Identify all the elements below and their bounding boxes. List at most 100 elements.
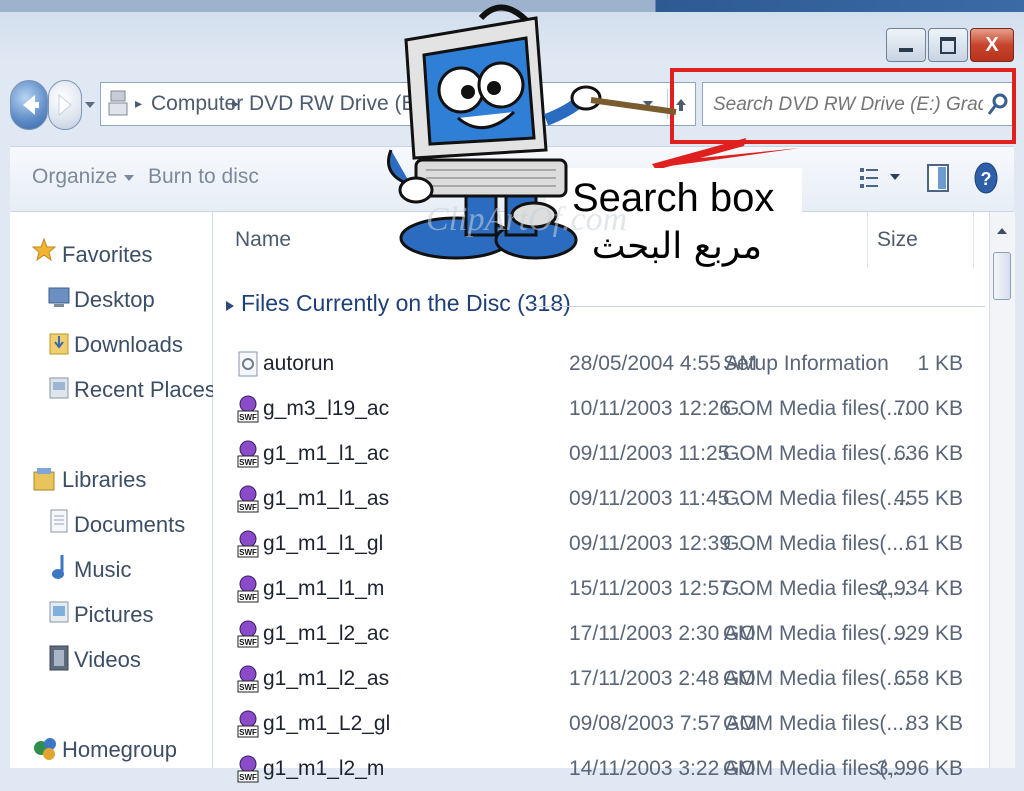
details-view-icon: [860, 168, 900, 188]
group-header[interactable]: Files Currently on the Disc (318): [225, 290, 985, 322]
downloads-folder-icon: [49, 333, 69, 355]
scroll-up-arrow-icon[interactable]: [996, 226, 1008, 236]
swf-file-icon: SWF: [237, 530, 259, 558]
nav-recent-places[interactable]: Recent Places: [74, 377, 216, 403]
file-size: 61 KB: [905, 532, 963, 555]
file-type: GOM Media files(....: [723, 487, 910, 510]
preview-pane-icon: [927, 164, 949, 192]
svg-text:SWF: SWF: [239, 548, 257, 557]
file-list: Name Size Files Currently on the Disc (3…: [213, 212, 989, 783]
close-button[interactable]: X: [970, 28, 1014, 62]
file-type: Setup Information: [723, 352, 889, 375]
file-name: g1_m1_l2_ac: [263, 622, 390, 645]
help-icon: ?: [974, 162, 998, 194]
nav-homegroup[interactable]: Homegroup: [62, 737, 177, 763]
column-divider[interactable]: [973, 212, 974, 268]
chevron-down-icon: [124, 175, 135, 181]
file-name: g1_m1_l1_gl: [263, 532, 384, 555]
file-row[interactable]: SWF g1_m1_l2_m 14/11/2003 3:22 AM GOM Media…: [213, 747, 989, 791]
swf-file-icon: SWF: [237, 665, 259, 693]
column-header-size[interactable]: Size: [877, 228, 918, 252]
file-name: g1_m1_l2_m: [263, 757, 385, 780]
file-row[interactable]: SWF g1_m1_l1_ac 09/11/2003 11:25 ... GOM Me…: [213, 432, 989, 476]
nav-pictures[interactable]: Pictures: [74, 602, 153, 628]
recent-places-icon: [49, 377, 69, 399]
file-size: 2,934 KB: [876, 577, 963, 600]
desktop-icon: [48, 287, 70, 307]
file-name: g1_m1_l1_ac: [263, 442, 390, 465]
maximize-button[interactable]: [928, 28, 968, 62]
svg-text:SWF: SWF: [239, 638, 257, 647]
back-button[interactable]: [10, 80, 48, 130]
file-size: 83 KB: [905, 712, 963, 735]
file-size: 3,996 KB: [876, 757, 963, 780]
recent-pages-dropdown[interactable]: [84, 98, 96, 110]
file-name: g1_m1_l2_as: [263, 667, 390, 690]
file-size: 929 KB: [894, 622, 963, 645]
file-name: g_m3_l19_ac: [263, 397, 390, 420]
breadcrumb-computer[interactable]: Computer: [151, 92, 243, 116]
minimize-button[interactable]: [886, 28, 926, 62]
drive-icon: [108, 90, 128, 116]
nav-libraries[interactable]: Libraries: [62, 467, 146, 493]
file-row[interactable]: SWF g1_m1_l1_m 15/11/2003 12:57 ... GOM Med…: [213, 567, 989, 611]
file-row[interactable]: SWF g_m3_l19_ac 10/11/2003 12:26 ... GOM Me…: [213, 387, 989, 431]
nav-favorites[interactable]: Favorites: [62, 242, 152, 268]
file-type: GOM Media files(....: [723, 622, 910, 645]
file-row[interactable]: SWF g1_m1_l1_gl 09/11/2003 12:39 ... GOM Me…: [213, 522, 989, 566]
maximize-icon: [940, 36, 956, 54]
libraries-icon: [33, 468, 55, 491]
pictures-icon: [49, 601, 69, 623]
navigation-pane: Favorites Desktop Downloads Recent Place…: [10, 212, 216, 768]
swf-file-icon: SWF: [237, 485, 259, 513]
svg-text:SWF: SWF: [239, 593, 257, 602]
watermark: ClipArtOf.com: [426, 201, 627, 238]
file-row[interactable]: SWF g1_m1_l2_as 17/11/2003 2:48 AM GOM Medi…: [213, 657, 989, 701]
column-divider[interactable]: [867, 212, 868, 268]
breadcrumb-separator-icon: ▸: [232, 95, 240, 111]
file-row[interactable]: SWF g1_m1_l1_as 09/11/2003 11:45 ... GOM Me…: [213, 477, 989, 521]
burn-to-disc-button[interactable]: Burn to disc: [148, 165, 259, 189]
back-arrow-icon: [23, 95, 39, 115]
search-highlight-box: [670, 68, 1016, 144]
view-options-button[interactable]: [858, 165, 906, 196]
group-header-rule: [531, 306, 985, 307]
nav-documents[interactable]: Documents: [74, 512, 185, 538]
videos-icon: [49, 645, 69, 671]
file-row[interactable]: autorun 28/05/2004 4:55 AM Setup Informati…: [213, 342, 989, 386]
file-row[interactable]: SWF g1_m1_L2_gl 09/08/2003 7:57 AM GOM Medi…: [213, 702, 989, 746]
file-size: 658 KB: [894, 667, 963, 690]
scrollbar-thumb[interactable]: [993, 252, 1011, 300]
file-size: 1 KB: [917, 352, 963, 375]
file-type: GOM Media files(....: [723, 397, 910, 420]
svg-text:SWF: SWF: [239, 683, 257, 692]
column-header-name[interactable]: Name: [235, 228, 291, 252]
file-name: g1_m1_l1_as: [263, 487, 390, 510]
file-type: GOM Media files(....: [723, 667, 910, 690]
computer-mascot-clipart: ClipArtOf.com: [387, 4, 677, 260]
forward-button[interactable]: [48, 80, 82, 130]
swf-file-icon: SWF: [237, 440, 259, 468]
organize-label: Organize: [32, 165, 118, 188]
svg-text:SWF: SWF: [239, 728, 257, 737]
file-type: GOM Media files(....: [723, 712, 910, 735]
help-button[interactable]: ?: [972, 161, 1000, 200]
svg-text:?: ?: [981, 169, 992, 189]
file-row[interactable]: SWF g1_m1_l2_ac 17/11/2003 2:30 AM GOM Medi…: [213, 612, 989, 656]
file-size: 455 KB: [894, 487, 963, 510]
file-size: 636 KB: [894, 442, 963, 465]
nav-music[interactable]: Music: [74, 557, 131, 583]
chevron-down-icon: [85, 102, 95, 108]
svg-text:SWF: SWF: [239, 503, 257, 512]
swf-file-icon: SWF: [237, 755, 259, 783]
swf-file-icon: SWF: [237, 620, 259, 648]
swf-file-icon: SWF: [237, 710, 259, 738]
organize-menu[interactable]: Organize: [32, 165, 135, 189]
music-icon: [52, 555, 64, 579]
nav-desktop[interactable]: Desktop: [74, 287, 155, 313]
nav-downloads[interactable]: Downloads: [74, 332, 183, 358]
svg-text:SWF: SWF: [239, 413, 257, 422]
collapse-triangle-icon: [226, 301, 234, 311]
nav-videos[interactable]: Videos: [74, 647, 141, 673]
preview-pane-button[interactable]: [926, 163, 950, 198]
